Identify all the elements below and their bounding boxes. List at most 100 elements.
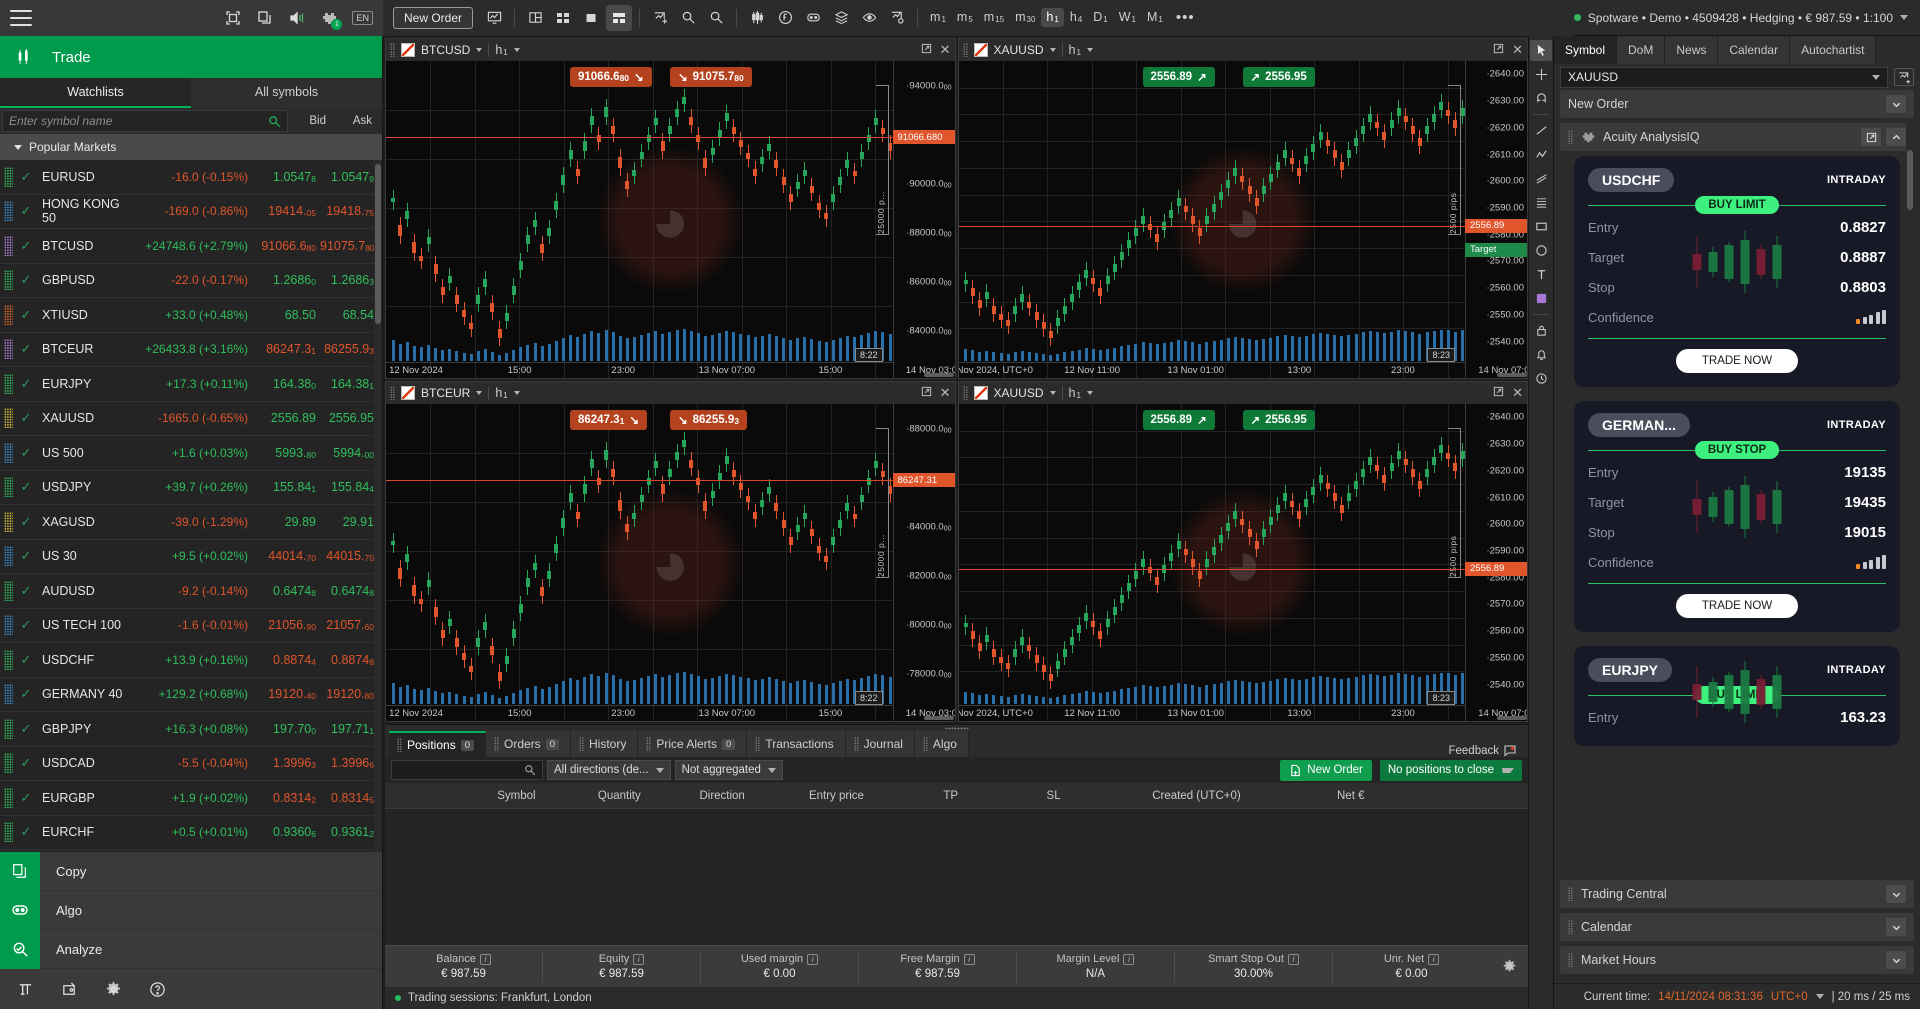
- bid-quote-pill[interactable]: 86247.31 ↘: [570, 410, 647, 430]
- symbol-row[interactable]: ✓ HONG KONG 50 -169.0 (-0.86%) 19414.05 1941…: [0, 195, 382, 229]
- watchlist-tab-all-symbols[interactable]: All symbols: [191, 78, 382, 108]
- acuity-section-header[interactable]: Acuity AnalysisIQ: [1560, 123, 1914, 151]
- column-header[interactable]: Symbol: [465, 790, 568, 802]
- chart-symbol-label[interactable]: BTCEUR: [421, 386, 470, 400]
- account-dropdown-caret[interactable]: [1900, 15, 1908, 20]
- symbol-ask[interactable]: 0.64748: [320, 584, 382, 598]
- symbol-ask[interactable]: 21057.60: [320, 618, 382, 632]
- close-chart-icon[interactable]: ✕: [940, 42, 951, 58]
- plugins-icon[interactable]: 1: [320, 9, 343, 30]
- column-header[interactable]: Quantity: [568, 790, 671, 802]
- symbol-row[interactable]: ✓ EURUSD -16.0 (-0.15%) 1.05478 1.05479: [0, 160, 382, 195]
- chart-plot-area[interactable]: ◕·94000.000·92000.000·90000.000·88000.00…: [386, 61, 955, 378]
- symbol-bid[interactable]: 155.841: [248, 480, 320, 494]
- acuity-card-german[interactable]: GERMAN... INTRADAY BUY STOP Entry 19135 Targe…: [1574, 401, 1900, 632]
- eye-icon[interactable]: [856, 5, 882, 31]
- chart-horizontal-scrollbar[interactable]: [386, 716, 954, 721]
- symbol-ask[interactable]: 1.26863: [320, 273, 382, 287]
- drag-grip-icon[interactable]: [390, 43, 395, 57]
- symbol-bid[interactable]: 2556.89: [248, 411, 320, 425]
- help-icon[interactable]: [148, 980, 166, 998]
- symbol-ask[interactable]: 19418.75: [320, 204, 382, 218]
- drag-grip-icon[interactable]: [1568, 887, 1573, 901]
- indicators-icon[interactable]: [744, 5, 770, 31]
- bottom-tab-positions[interactable]: Positions 0: [389, 731, 486, 757]
- column-header[interactable]: Direction: [671, 790, 774, 802]
- symbol-ask[interactable]: 91075.780: [320, 239, 382, 253]
- chevron-up-icon[interactable]: [1886, 128, 1906, 146]
- chevron-down-icon[interactable]: [1886, 951, 1906, 969]
- acuity-card-eurjpy[interactable]: EURJPY INTRADAY BUY LIMIT Entry 163.23: [1574, 646, 1900, 746]
- price-axis[interactable]: ·88000.000·86000.000·84000.000·82000.000…: [892, 404, 955, 721]
- column-header[interactable]: TP: [899, 790, 1002, 802]
- sidebar-action-algo[interactable]: Algo: [0, 890, 382, 930]
- symbol-ask[interactable]: 68.54: [320, 308, 382, 322]
- column-header[interactable]: Net €: [1288, 790, 1414, 802]
- single-layout-icon[interactable]: [578, 5, 604, 31]
- fibonacci-tool-icon[interactable]: [1530, 192, 1552, 213]
- add-chart-icon[interactable]: [647, 5, 673, 31]
- favorite-check-icon[interactable]: ✓: [17, 790, 35, 806]
- drag-grip-icon[interactable]: [390, 386, 395, 400]
- robot-icon[interactable]: [800, 5, 826, 31]
- chevron-down-icon[interactable]: [476, 391, 483, 395]
- symbol-ask[interactable]: 1.39966: [320, 756, 382, 770]
- info-icon[interactable]: i: [807, 953, 819, 965]
- timeframe-D1[interactable]: D1: [1088, 8, 1112, 27]
- chart-timeframe[interactable]: h1: [1069, 387, 1081, 400]
- symbol-ask[interactable]: 29.91: [320, 515, 382, 529]
- chart-type-icon[interactable]: [401, 43, 415, 57]
- chart-plot-area[interactable]: ◕·88000.000·86000.000·84000.000·82000.00…: [386, 404, 955, 721]
- right-tab-dom[interactable]: DoM: [1617, 36, 1666, 64]
- new-order-section[interactable]: New Order: [1560, 90, 1914, 118]
- zoom-in-icon[interactable]: [675, 5, 701, 31]
- feedback-button[interactable]: Feedback: [1448, 745, 1528, 757]
- positions-search-input[interactable]: [391, 760, 543, 780]
- timeframe-h1[interactable]: h1: [1041, 8, 1064, 27]
- chart-horizontal-scrollbar[interactable]: [959, 716, 1527, 721]
- magnet-tool-icon[interactable]: [1530, 88, 1552, 109]
- favorite-check-icon[interactable]: ✓: [17, 548, 35, 564]
- account-info[interactable]: Spotware • Demo • 4509428 • Hedging • € …: [1573, 11, 1920, 25]
- favorite-check-icon[interactable]: ✓: [17, 479, 35, 495]
- favorite-check-icon[interactable]: ✓: [17, 376, 35, 392]
- symbol-ask[interactable]: 1.05479: [320, 170, 382, 184]
- timeframe-m5[interactable]: m5: [952, 8, 978, 27]
- symbol-ask[interactable]: 155.844: [320, 480, 382, 494]
- favorite-check-icon[interactable]: ✓: [17, 272, 35, 288]
- drag-grip-icon[interactable]: [962, 43, 968, 57]
- drag-grip-icon[interactable]: [962, 386, 968, 400]
- timeframe-W1[interactable]: W1: [1114, 8, 1141, 27]
- favorite-check-icon[interactable]: ✓: [17, 445, 35, 461]
- symbol-bid[interactable]: 1.05478: [248, 170, 320, 184]
- cursor-tool-icon[interactable]: [1530, 40, 1552, 61]
- hamburger-menu-icon[interactable]: [10, 9, 32, 26]
- chart-panel-btceur-2[interactable]: BTCEURh1✕◕·88000.000·86000.000·84000.000…: [385, 381, 956, 722]
- color-picker-icon[interactable]: [1530, 288, 1552, 309]
- symbol-bid[interactable]: 21056.90: [248, 618, 320, 632]
- aggregation-filter-select[interactable]: Not aggregated: [674, 760, 783, 780]
- add-to-chart-icon[interactable]: [1894, 68, 1914, 86]
- symbol-row[interactable]: ✓ EURCHF +0.5 (+0.01%) 0.93606 0.93612: [0, 816, 382, 850]
- symbol-ask[interactable]: 5994.00: [320, 446, 382, 460]
- symbol-row[interactable]: ✓ US TECH 100 -1.6 (-0.01%) 21056.90 21057.6…: [0, 609, 382, 643]
- symbol-row[interactable]: ✓ USDJPY +39.7 (+0.26%) 155.841 155.844: [0, 471, 382, 505]
- right-tab-news[interactable]: News: [1665, 36, 1719, 64]
- zoom-out-icon[interactable]: [703, 5, 729, 31]
- timeframe-m1[interactable]: m1: [925, 8, 951, 27]
- maximize-chart-icon[interactable]: [1493, 386, 1504, 400]
- bottom-tab-transactions[interactable]: Transactions: [747, 731, 846, 757]
- symbol-bid[interactable]: 44014.70: [248, 549, 320, 563]
- new-order-button[interactable]: New Order: [393, 6, 474, 29]
- bottom-tab-price-alerts[interactable]: Price Alerts 0: [638, 731, 748, 757]
- layers-icon[interactable]: [828, 5, 854, 31]
- symbol-row[interactable]: ✓ AUDUSD -9.2 (-0.14%) 0.64748 0.64748: [0, 574, 382, 609]
- symbol-row[interactable]: ✓ EURGBP +1.9 (+0.02%) 0.83142 0.83145: [0, 781, 382, 816]
- drag-grip-icon[interactable]: [1568, 130, 1573, 144]
- zigzag-tool-icon[interactable]: [1530, 144, 1552, 165]
- chart-monitor-icon[interactable]: [481, 5, 507, 31]
- symbol-bid[interactable]: 68.50: [248, 308, 320, 322]
- info-icon[interactable]: i: [963, 953, 975, 965]
- column-header[interactable]: SL: [1002, 790, 1105, 802]
- chart-timeframe[interactable]: h1: [1069, 44, 1081, 57]
